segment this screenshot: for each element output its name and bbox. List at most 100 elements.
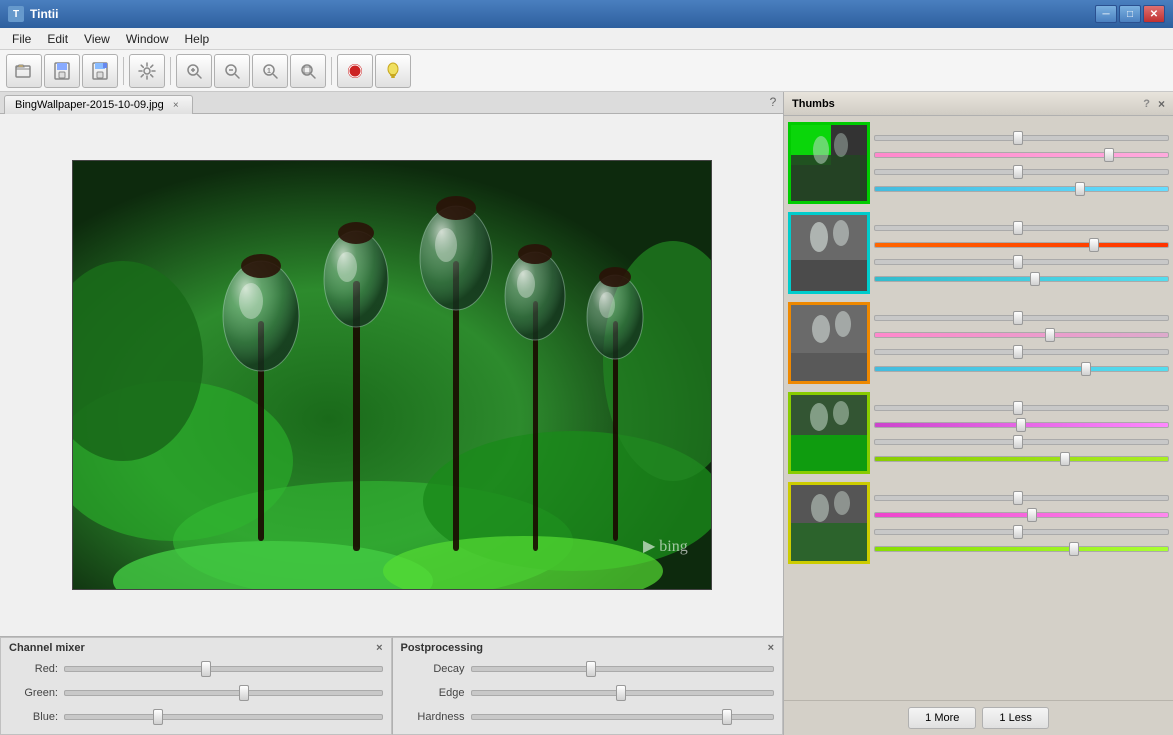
menu-file[interactable]: File — [4, 30, 39, 48]
slider-2-2[interactable] — [874, 238, 1169, 252]
image-viewport: ▶ bing — [0, 114, 783, 636]
hardness-slider[interactable] — [471, 709, 775, 725]
green-label: Green: — [9, 687, 64, 699]
decay-field-row: Decay — [401, 658, 775, 680]
zoom-out-button[interactable] — [214, 54, 250, 88]
channel-mixer-title: Channel mixer — [9, 642, 85, 654]
thumb-2[interactable] — [788, 212, 870, 294]
less-button[interactable]: 1 Less — [982, 707, 1048, 729]
help-button[interactable]: ? — [763, 92, 783, 112]
slider-5-4[interactable] — [874, 542, 1169, 556]
slider-1-1[interactable] — [874, 131, 1169, 145]
thumbs-panel: Thumbs ? × — [783, 92, 1173, 735]
channel-mixer-close[interactable]: × — [376, 642, 382, 654]
slider-5-2[interactable] — [874, 508, 1169, 522]
green-handle[interactable] — [239, 685, 249, 701]
settings-button[interactable] — [129, 54, 165, 88]
slider-3-1[interactable] — [874, 311, 1169, 325]
decay-label: Decay — [401, 663, 471, 675]
thumbs-close[interactable]: × — [1158, 97, 1165, 111]
green-slider[interactable] — [64, 685, 383, 701]
postprocessing-header: Postprocessing × — [401, 642, 775, 654]
decay-slider[interactable] — [471, 661, 775, 677]
toolbar: 1 — [0, 50, 1173, 92]
red-track — [64, 666, 383, 672]
thumb-5[interactable] — [788, 482, 870, 564]
thumb-4-sliders — [874, 401, 1169, 466]
minimize-button[interactable]: ─ — [1095, 5, 1117, 23]
menu-window[interactable]: Window — [118, 30, 177, 48]
zoom-100-button[interactable]: 1 — [252, 54, 288, 88]
thumb-1[interactable] — [788, 122, 870, 204]
thumb-1-sliders — [874, 131, 1169, 196]
left-panel: BingWallpaper-2015-10-09.jpg × — [0, 92, 783, 735]
thumbs-scroll-area[interactable] — [784, 116, 1173, 700]
tab-label: BingWallpaper-2015-10-09.jpg — [15, 99, 164, 111]
slider-1-3[interactable] — [874, 165, 1169, 179]
close-button[interactable]: ✕ — [1143, 5, 1165, 23]
slider-4-1[interactable] — [874, 401, 1169, 415]
edge-field-row: Edge — [401, 682, 775, 704]
menu-bar: File Edit View Window Help — [0, 28, 1173, 50]
thumbs-panel-header: Thumbs ? × — [784, 92, 1173, 116]
thumbs-help[interactable]: ? — [1143, 98, 1150, 110]
slider-4-4[interactable] — [874, 452, 1169, 466]
window-controls: ─ □ ✕ — [1095, 5, 1165, 23]
slider-1-2[interactable] — [874, 148, 1169, 162]
thumb-3[interactable] — [788, 302, 870, 384]
thumb-item-2 — [786, 210, 1171, 296]
blue-handle[interactable] — [153, 709, 163, 725]
zoom-fit-button[interactable] — [290, 54, 326, 88]
maximize-button[interactable]: □ — [1119, 5, 1141, 23]
channel-mixer-header: Channel mixer × — [9, 642, 383, 654]
save-button[interactable] — [82, 54, 118, 88]
red-slider[interactable] — [64, 661, 383, 677]
slider-3-4[interactable] — [874, 362, 1169, 376]
help-circle-button[interactable] — [337, 54, 373, 88]
save-as-button[interactable] — [44, 54, 80, 88]
tab-close-button[interactable]: × — [170, 99, 182, 111]
title-bar: T Tintii ─ □ ✕ — [0, 0, 1173, 28]
thumb-3-sliders — [874, 311, 1169, 376]
thumb-item-3 — [786, 300, 1171, 386]
hardness-handle[interactable] — [722, 709, 732, 725]
blue-slider[interactable] — [64, 709, 383, 725]
slider-2-4[interactable] — [874, 272, 1169, 286]
postprocessing-close[interactable]: × — [768, 642, 774, 654]
thumb-2-sliders — [874, 221, 1169, 286]
edge-slider[interactable] — [471, 685, 775, 701]
open-button[interactable] — [6, 54, 42, 88]
decay-handle[interactable] — [586, 661, 596, 677]
slider-2-1[interactable] — [874, 221, 1169, 235]
image-canvas: ▶ bing — [72, 160, 712, 590]
red-label: Red: — [9, 663, 64, 675]
red-field-row: Red: — [9, 658, 383, 680]
menu-help[interactable]: Help — [177, 30, 218, 48]
slider-5-1[interactable] — [874, 491, 1169, 505]
toolbar-sep-1 — [123, 57, 124, 85]
slider-3-3[interactable] — [874, 345, 1169, 359]
lightbulb-button[interactable] — [375, 54, 411, 88]
window-title: Tintii — [30, 7, 1095, 21]
tab-image[interactable]: BingWallpaper-2015-10-09.jpg × — [4, 95, 193, 114]
thumb-4[interactable] — [788, 392, 870, 474]
thumb-5-sliders — [874, 491, 1169, 556]
menu-view[interactable]: View — [76, 30, 118, 48]
slider-5-3[interactable] — [874, 525, 1169, 539]
hardness-field-row: Hardness — [401, 706, 775, 728]
hardness-label: Hardness — [401, 711, 471, 723]
red-handle[interactable] — [201, 661, 211, 677]
thumb-buttons: 1 More 1 Less — [784, 700, 1173, 735]
slider-2-3[interactable] — [874, 255, 1169, 269]
slider-4-2[interactable] — [874, 418, 1169, 432]
svg-text:▶ bing: ▶ bing — [643, 538, 688, 555]
zoom-in-button[interactable] — [176, 54, 212, 88]
slider-1-4[interactable] — [874, 182, 1169, 196]
more-button[interactable]: 1 More — [908, 707, 976, 729]
edge-handle[interactable] — [616, 685, 626, 701]
blue-track — [64, 714, 383, 720]
slider-3-2[interactable] — [874, 328, 1169, 342]
menu-edit[interactable]: Edit — [39, 30, 76, 48]
image-svg: ▶ bing — [73, 161, 712, 590]
slider-4-3[interactable] — [874, 435, 1169, 449]
